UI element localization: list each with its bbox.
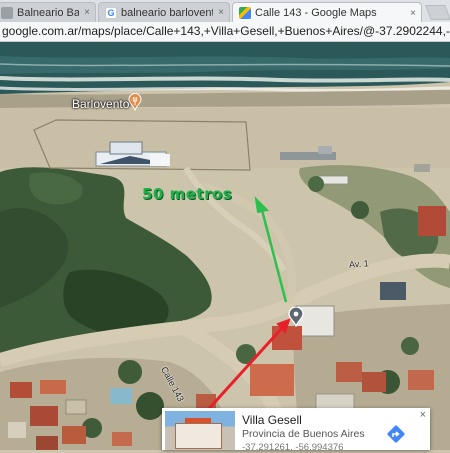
satellite-imagery — [0, 42, 450, 450]
place-title[interactable]: Villa Gesell — [242, 413, 302, 427]
new-tab-button[interactable] — [425, 5, 450, 20]
barlovento-pin-icon[interactable] — [128, 93, 142, 111]
photo-building — [175, 423, 222, 449]
browser-tab-strip: Balneario Barlovento, Vill × G balneario… — [0, 0, 450, 22]
place-subtitle: Provincia de Buenos Aires — [242, 428, 365, 440]
directions-icon[interactable] — [386, 424, 406, 444]
page-favicon-icon — [1, 6, 13, 19]
distance-annotation: 50 metros — [142, 185, 233, 203]
tab-close-icon[interactable]: × — [84, 7, 90, 18]
url-text: google.com.ar/maps/place/Calle+143,+Vill… — [2, 24, 450, 38]
location-pin-icon[interactable] — [288, 307, 304, 327]
address-bar[interactable]: google.com.ar/maps/place/Calle+143,+Vill… — [0, 22, 450, 42]
card-close-icon[interactable]: × — [420, 409, 426, 421]
place-coordinates: -37.291261, -56.994376 — [242, 442, 344, 453]
tab-close-icon[interactable]: × — [218, 7, 224, 18]
tab-title: Calle 143 - Google Maps — [255, 7, 377, 19]
tab-title: balneario barlovento vill — [121, 6, 213, 19]
google-maps-favicon-icon — [239, 7, 251, 19]
tab-balneario-barlovento[interactable]: Balneario Barlovento, Vill × — [0, 2, 96, 22]
place-photo-thumbnail[interactable] — [165, 411, 235, 450]
place-info-card[interactable]: Villa Gesell Provincia de Buenos Aires -… — [162, 408, 430, 453]
tab-balneario-search[interactable]: G balneario barlovento vill × — [98, 2, 230, 22]
tab-google-maps[interactable]: Calle 143 - Google Maps × — [232, 2, 422, 22]
tab-title: Balneario Barlovento, Vill — [17, 6, 80, 19]
satellite-map[interactable]: Barlovento Av. 1 Calle 143 50 metros — [0, 42, 450, 450]
tab-close-icon[interactable]: × — [410, 8, 416, 19]
place-label-barlovento[interactable]: Barlovento — [72, 97, 129, 111]
google-favicon-icon: G — [105, 6, 117, 19]
street-label-av-1: Av. 1 — [348, 258, 370, 270]
